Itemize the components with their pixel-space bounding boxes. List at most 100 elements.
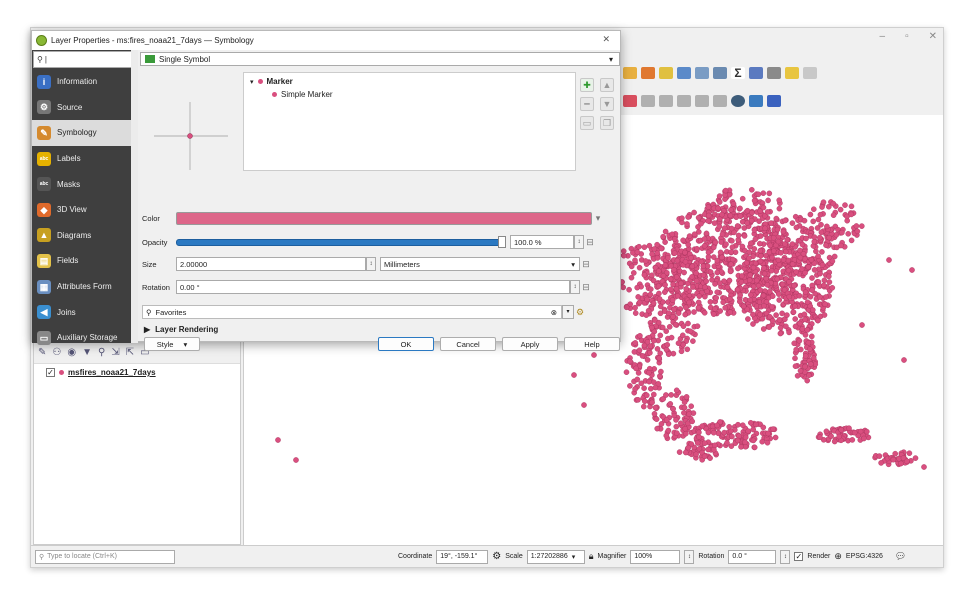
lock-layer-icon[interactable]: ▭ [580,116,594,130]
calculator-icon[interactable] [749,67,763,79]
layer-rendering-group[interactable]: ▶ Layer Rendering [144,325,218,334]
rotation-field[interactable]: 0.00 ° [176,280,570,294]
rotation-field[interactable]: 0.0 ° [728,549,777,564]
globe-icon[interactable] [731,95,745,107]
add-layer-icon[interactable]: ✚ [580,78,594,92]
opacity-spinner[interactable]: ↕ [574,235,584,249]
style-button[interactable]: Style ▾ [144,337,200,351]
sidebar-item-3d-view[interactable]: ◆ 3D View [32,197,138,223]
label-change-icon[interactable] [713,95,727,107]
scale-combobox[interactable]: 1:27202886 ▾ [526,549,585,564]
sidebar-item-information[interactable]: i Information [32,69,138,95]
edit-icon[interactable] [623,67,637,79]
lock-icon[interactable]: 🔒︎ [589,551,594,562]
render-checkbox[interactable]: ✓ [794,552,804,561]
renderer-selector[interactable]: Single Symbol ▾ [140,52,620,66]
rotation-spinner[interactable]: ↕ [570,280,580,294]
python-icon[interactable] [749,95,763,107]
layer-visibility-checkbox[interactable]: ✓ [46,368,55,377]
label-pin-icon[interactable] [641,95,655,107]
rotation-spinner[interactable]: ↕ [780,549,791,564]
sidebar-scrollbar[interactable] [131,50,138,343]
ok-button[interactable]: OK [378,337,434,351]
fire-point [680,341,687,348]
fire-point [909,267,915,273]
move-down-icon[interactable]: ▼ [600,97,614,111]
label-show-icon[interactable] [659,95,673,107]
coordinate-field[interactable]: 19°, -159.1° [436,549,489,564]
fire-point [753,421,759,428]
attribute-table-icon[interactable] [695,67,709,79]
sidebar-item-masks[interactable]: abc Masks [32,171,138,197]
close-icon[interactable]: ✕ [602,34,610,45]
fire-point [661,289,668,295]
remove-layer-icon[interactable]: ━ [580,97,594,111]
layer-name[interactable]: msfires_noaa21_7days [68,368,156,377]
sidebar-item-attributes-form[interactable]: ▦ Attributes Form [32,274,138,300]
sidebar-item-auxiliary-storage[interactable]: ▭ Auxiliary Storage [32,325,138,351]
statistics-icon[interactable]: Σ [731,67,745,79]
fire-point [674,257,681,264]
magnifier-spinner[interactable]: ↕ [684,549,695,564]
search-tool-icon[interactable] [803,67,817,79]
crs-globe-icon[interactable]: ⊕ [834,551,842,562]
magnifier-field[interactable]: 100% [630,549,681,564]
sidebar-item-fields[interactable]: ▤ Fields [32,248,138,274]
annotation-icon[interactable] [785,67,799,79]
sidebar-item-joins[interactable]: ◀ Joins [32,299,138,325]
chevron-down-icon[interactable]: ▾ [562,305,574,319]
size-spinner[interactable]: ↕ [366,257,376,271]
color-swatch-button[interactable] [176,212,592,225]
sidebar-item-symbology[interactable]: ✎ Symbology [32,120,138,146]
layer-item[interactable]: ✓ msfires_noaa21_7days [34,364,240,381]
plugin-icon[interactable] [767,95,781,107]
label-rotate-icon[interactable] [695,95,709,107]
vertex-icon[interactable] [659,67,673,79]
fire-point [656,355,663,361]
size-field[interactable]: 2.00000 [176,257,366,271]
clear-icon[interactable]: ⊗ [551,308,557,317]
sidebar-item-labels[interactable]: abc Labels [32,146,138,172]
fire-point [750,437,757,444]
close-window-button[interactable]: ✕ [929,31,937,42]
auxiliary-storage-icon: ▭ [37,330,51,345]
label-move-icon[interactable] [677,95,691,107]
crs-label[interactable]: EPSG:4326 [846,553,883,560]
size-unit-select[interactable]: Millimeters ▾ [380,257,580,271]
data-defined-icon[interactable]: ⊟ [580,282,592,293]
identify-icon[interactable] [677,67,691,79]
chevron-down-icon[interactable]: ▾ [250,78,254,86]
messages-icon[interactable]: 💬︎ [895,551,906,562]
sidebar-item-source[interactable]: ⚙ Source [32,95,138,121]
fire-point [685,214,691,220]
fire-point [729,256,736,263]
settings-icon[interactable] [713,67,727,79]
properties-sidebar: ⚲ | i Information ⚙ Source ✎ Symbology abc Labe… [32,50,138,345]
favorites-search-input[interactable]: ⚲ Favorites ⊗ [142,305,562,319]
tree-marker-row[interactable]: ▾ Marker [250,75,569,88]
locator-search-input[interactable]: ⚲ Type to locate (Ctrl+K) [35,549,175,564]
fire-point [767,242,773,249]
minimize-button[interactable]: – [880,31,886,42]
measure-icon[interactable] [767,67,781,79]
cancel-button[interactable]: Cancel [440,337,496,351]
restore-button[interactable]: ▫ [905,31,909,42]
apply-button[interactable]: Apply [502,337,558,351]
sidebar-search-input[interactable]: ⚲ | [33,51,137,68]
help-button[interactable]: Help [564,337,620,351]
data-defined-icon[interactable]: ⊟ [580,259,592,270]
digitize-icon[interactable] [641,67,655,79]
tree-simple-marker-row[interactable]: Simple Marker [250,88,569,101]
fire-point [772,434,779,441]
duplicate-layer-icon[interactable]: ❐ [600,116,614,130]
opacity-field[interactable]: 100.0 % [510,235,574,249]
extents-toggle-icon[interactable]: ⚙ [492,551,501,562]
chevron-down-icon[interactable]: ▾ [592,213,604,224]
opacity-handle[interactable] [498,236,506,248]
data-defined-icon[interactable]: ⊟ [584,237,596,248]
sidebar-item-diagrams[interactable]: ▲ Diagrams [32,223,138,249]
label-icon[interactable] [623,95,637,107]
opacity-slider[interactable] [176,238,502,246]
move-up-icon[interactable]: ▲ [600,78,614,92]
symbol-settings-icon[interactable]: ⚙ [574,307,586,318]
